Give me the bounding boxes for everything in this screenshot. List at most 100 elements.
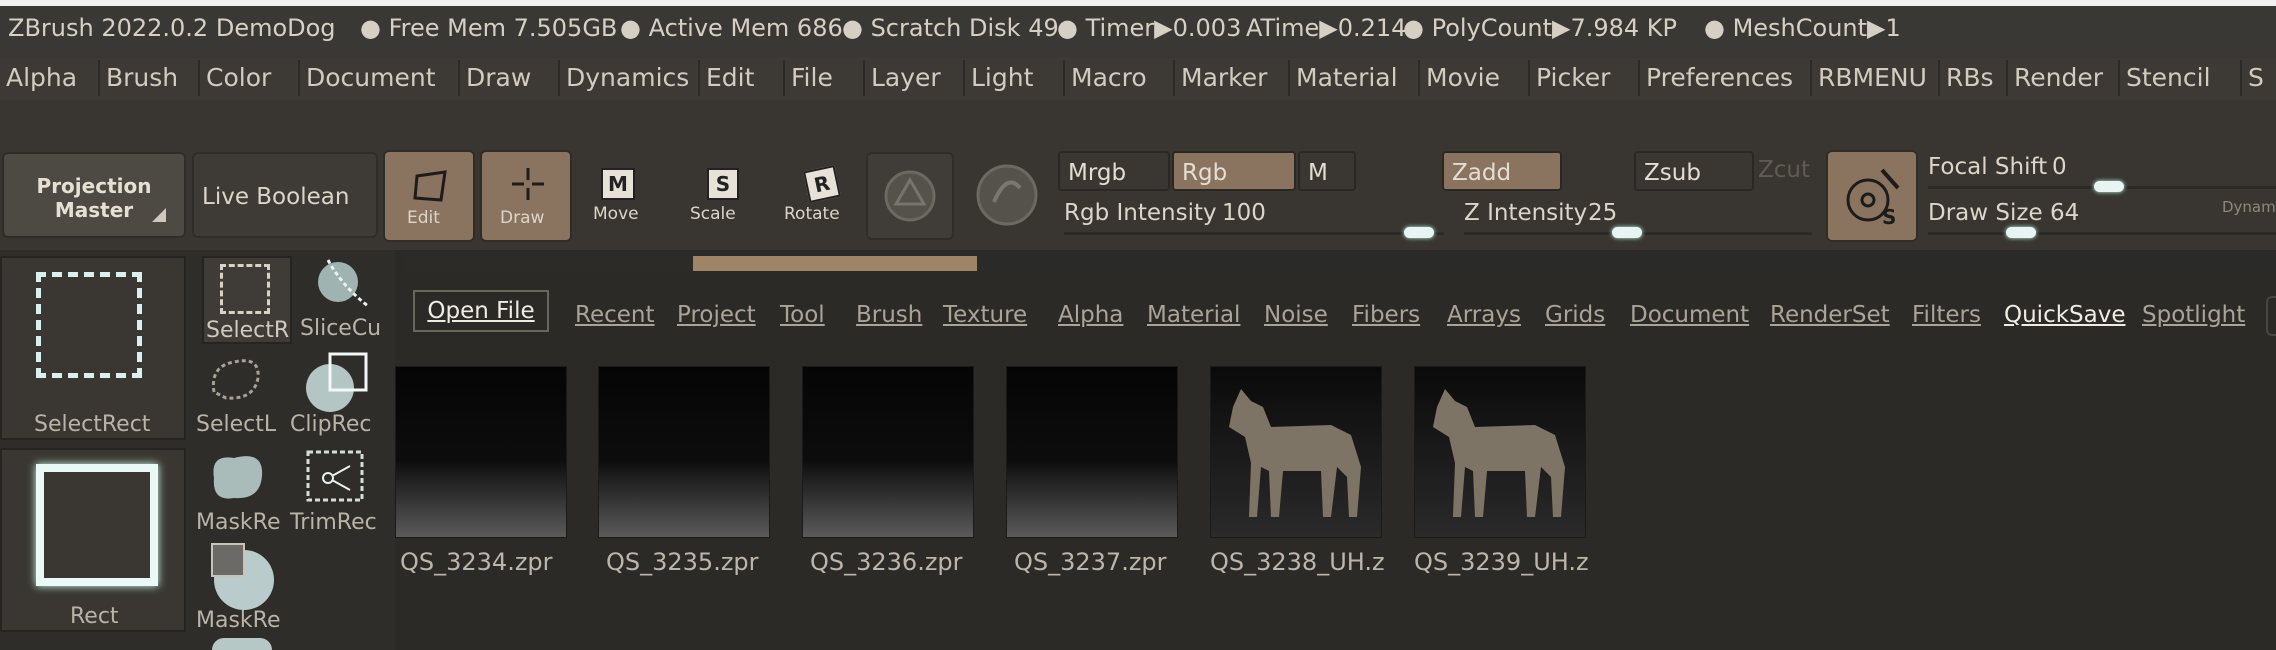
menu-render[interactable]: Render bbox=[2008, 60, 2120, 96]
open-file-button[interactable]: Open File bbox=[413, 290, 549, 332]
tab-tool[interactable]: Tool bbox=[780, 302, 825, 328]
brush-settings-button[interactable]: S bbox=[1826, 150, 1918, 242]
menu-stencil[interactable]: Stencil bbox=[2120, 60, 2242, 96]
active-mem: ● Active Mem 686 bbox=[620, 14, 843, 42]
menu-picker[interactable]: Picker bbox=[1530, 60, 1640, 96]
small-tool-clip-rect[interactable]: ClipRec bbox=[290, 352, 394, 440]
tab-texture[interactable]: Texture bbox=[943, 302, 1027, 328]
live-boolean-button[interactable]: Live Boolean bbox=[192, 152, 378, 238]
spotlight-icon bbox=[976, 164, 1038, 226]
rect-label: Rect bbox=[70, 604, 119, 629]
tab-alpha[interactable]: Alpha bbox=[1058, 302, 1123, 328]
tab-recent[interactable]: Recent bbox=[575, 302, 655, 328]
dynamic-button[interactable]: Dynam bbox=[2222, 198, 2276, 216]
z-intensity-knob[interactable] bbox=[1612, 227, 1642, 238]
file-thumbnail-2[interactable] bbox=[598, 366, 770, 538]
mrgb-button[interactable]: Mrgb bbox=[1058, 151, 1170, 191]
rgb-intensity-knob[interactable] bbox=[1404, 227, 1434, 238]
menu-edit[interactable]: Edit bbox=[700, 60, 785, 96]
menu-preferences[interactable]: Preferences bbox=[1640, 60, 1812, 96]
spotlight-button[interactable] bbox=[970, 158, 1046, 234]
file-thumbnail-6[interactable] bbox=[1414, 366, 1586, 538]
rgb-label: Rgb bbox=[1182, 160, 1228, 186]
draw-size-slider[interactable] bbox=[1928, 232, 2276, 235]
menu-rbmenu[interactable]: RBMENU bbox=[1812, 60, 1940, 96]
move-button[interactable]: M Move bbox=[585, 160, 655, 240]
small-tool-mask-rect-2[interactable]: MaskRe bbox=[196, 542, 294, 634]
zadd-button[interactable]: Zadd bbox=[1442, 151, 1562, 191]
dog-model-icon bbox=[1229, 389, 1361, 517]
tab-filters[interactable]: Filters bbox=[1912, 302, 1981, 328]
trim-rect-icon bbox=[306, 450, 364, 502]
tab-material[interactable]: Material bbox=[1147, 302, 1240, 328]
menu-layer[interactable]: Layer bbox=[865, 60, 965, 96]
menu-marker[interactable]: Marker bbox=[1175, 60, 1290, 96]
zsub-button[interactable]: Zsub bbox=[1634, 151, 1754, 191]
file-thumbnail-1[interactable] bbox=[395, 366, 567, 538]
tab-document[interactable]: Document bbox=[1630, 302, 1749, 328]
zcut-label[interactable]: Zcut bbox=[1758, 157, 1810, 183]
edit-icon bbox=[413, 170, 447, 202]
small-tool-slice-curve[interactable]: SliceCu bbox=[296, 256, 394, 344]
zsub-label: Zsub bbox=[1644, 160, 1701, 186]
focal-shift-knob[interactable] bbox=[2094, 181, 2124, 192]
tab-fibers[interactable]: Fibers bbox=[1352, 302, 1420, 328]
tab-brush[interactable]: Brush bbox=[856, 302, 922, 328]
tab-project[interactable]: Project bbox=[677, 302, 756, 328]
draw-size-label: Draw Size bbox=[1928, 200, 2043, 226]
select-rect-tool-big[interactable]: SelectRect bbox=[0, 256, 186, 440]
small-tool-select-r[interactable]: SelectR bbox=[202, 256, 292, 344]
menu-color[interactable]: Color bbox=[200, 60, 300, 96]
file-name-5: QS_3238_UH.z bbox=[1210, 548, 1385, 576]
m-button[interactable]: M bbox=[1298, 151, 1356, 191]
menu-movie[interactable]: Movie bbox=[1420, 60, 1530, 96]
menu-macro[interactable]: Macro bbox=[1065, 60, 1175, 96]
small-tool-mask-rect-1[interactable]: MaskRe bbox=[196, 448, 294, 536]
slice-curve-icon bbox=[318, 259, 369, 308]
menu-document[interactable]: Document bbox=[300, 60, 460, 96]
trim-rect-label: TrimRec bbox=[290, 510, 377, 535]
meshcount: ● MeshCount▶1 bbox=[1704, 14, 1901, 42]
scale-button[interactable]: S Scale bbox=[685, 160, 755, 240]
menu-dynamics[interactable]: Dynamics bbox=[560, 60, 700, 96]
file-thumbnail-3[interactable] bbox=[802, 366, 974, 538]
file-thumbnail-5[interactable] bbox=[1210, 366, 1382, 538]
tab-noise[interactable]: Noise bbox=[1264, 302, 1328, 328]
tab-grids[interactable]: Grids bbox=[1545, 302, 1605, 328]
file-thumbnail-4[interactable] bbox=[1006, 366, 1178, 538]
rect-tool-big[interactable]: Rect bbox=[0, 448, 186, 632]
rotate-label: Rotate bbox=[784, 204, 840, 224]
rgb-intensity-slider[interactable] bbox=[1064, 232, 1444, 235]
z-intensity-label: Z Intensity bbox=[1464, 200, 1588, 226]
tab-renderset[interactable]: RenderSet bbox=[1770, 302, 1890, 328]
menu-s-truncated[interactable]: S bbox=[2242, 60, 2276, 96]
tab-arrays[interactable]: Arrays bbox=[1447, 302, 1521, 328]
projection-master-label-1: Projection bbox=[36, 174, 152, 198]
file-name-1: QS_3234.zpr bbox=[400, 548, 553, 576]
menu-file[interactable]: File bbox=[785, 60, 865, 96]
tab-spotlight[interactable]: Spotlight bbox=[2142, 302, 2245, 328]
menu-material[interactable]: Material bbox=[1290, 60, 1420, 96]
edit-button[interactable]: Edit bbox=[383, 150, 475, 242]
draw-button[interactable]: Draw bbox=[480, 150, 572, 242]
menu-alpha[interactable]: Alpha bbox=[0, 60, 100, 96]
draw-label: Draw bbox=[500, 208, 545, 228]
rgb-button[interactable]: Rgb bbox=[1172, 151, 1296, 191]
draw-size-knob[interactable] bbox=[2006, 227, 2036, 238]
projection-master-button[interactable]: Projection Master bbox=[2, 152, 186, 238]
menu-rbs[interactable]: RBs bbox=[1940, 60, 2008, 96]
rotate-button[interactable]: R Rotate bbox=[780, 160, 850, 240]
menu-light[interactable]: Light bbox=[965, 60, 1065, 96]
sphere-brush-button[interactable] bbox=[866, 152, 954, 240]
z-intensity-value: 25 bbox=[1588, 200, 1618, 226]
menu-draw[interactable]: Draw bbox=[460, 60, 560, 96]
focal-shift-label: Focal Shift bbox=[1928, 154, 2048, 180]
free-mem: ● Free Mem 7.505GB bbox=[360, 14, 618, 42]
mask-sphere-icon bbox=[211, 543, 274, 610]
small-tool-trim-rect[interactable]: TrimRec bbox=[290, 448, 394, 536]
atime: ATime▶0.214 bbox=[1246, 14, 1407, 42]
clip-rect-label: ClipRec bbox=[290, 412, 372, 437]
small-tool-select-lasso[interactable]: SelectL bbox=[196, 352, 294, 440]
menu-brush[interactable]: Brush bbox=[100, 60, 200, 96]
tab-quicksave[interactable]: QuickSave bbox=[2004, 302, 2126, 328]
